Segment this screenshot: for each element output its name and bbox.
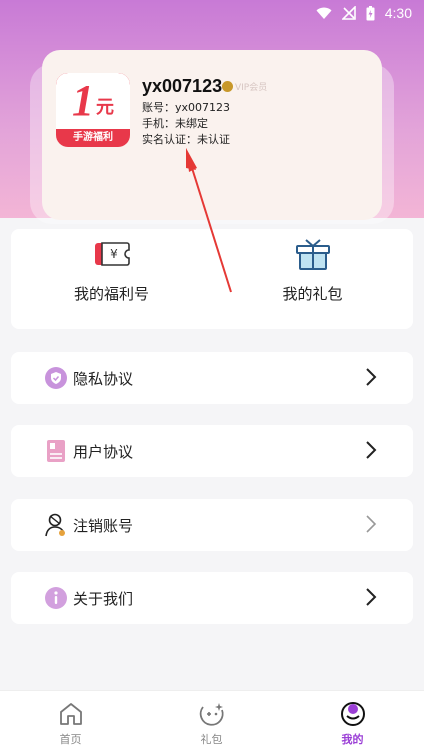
chevron-right-icon — [366, 441, 377, 459]
profile-icon — [340, 702, 365, 726]
ticket-icon: ¥ — [94, 242, 130, 266]
privacy-policy-label: 隐私协议 — [73, 369, 134, 388]
delete-account-label: 注销账号 — [73, 516, 134, 535]
no-signal-icon — [341, 6, 356, 20]
nav-home[interactable]: 首页 — [0, 691, 141, 753]
logo-unit: 元 — [96, 97, 114, 118]
app-logo: 1 元 手游福利 — [56, 73, 130, 147]
my-gifts-label: 我的礼包 — [282, 285, 343, 303]
user-remove-icon — [45, 513, 65, 537]
nav-gifts-label: 礼包 — [200, 733, 223, 746]
chevron-right-icon — [366, 368, 377, 386]
bottom-nav: 首页 礼包 我的 — [0, 690, 424, 753]
quick-actions-panel: ¥ 我的福利号 我的礼包 — [11, 229, 413, 329]
status-time: 4:30 — [384, 5, 412, 21]
battery-charging-icon — [366, 5, 375, 20]
account-line: 账号：yx007123 — [142, 101, 231, 114]
my-welfare-label: 我的福利号 — [73, 285, 149, 303]
username: yx007123 — [142, 76, 223, 96]
about-us-label: 关于我们 — [73, 589, 134, 608]
nav-gifts[interactable]: 礼包 — [141, 691, 282, 753]
info-icon — [45, 587, 67, 609]
my-welfare-button[interactable]: ¥ 我的福利号 — [11, 229, 212, 329]
vip-badge: VIP会员 — [222, 80, 267, 93]
phone-line[interactable]: 手机：未绑定 — [142, 115, 208, 131]
delete-account-row[interactable]: 注销账号 — [11, 499, 413, 551]
chevron-right-icon — [366, 588, 377, 606]
nav-home-label: 首页 — [59, 733, 82, 746]
wifi-icon — [316, 7, 332, 19]
nav-mine-label: 我的 — [341, 733, 364, 746]
gamepad-icon — [199, 703, 224, 726]
gift-icon — [295, 239, 330, 270]
shield-icon — [45, 367, 67, 389]
vip-icon — [222, 81, 233, 92]
home-icon — [59, 703, 82, 725]
user-agreement-row[interactable]: 用户协议 — [11, 425, 413, 477]
status-bar: 4:30 — [0, 0, 424, 26]
logo-caption: 手游福利 — [73, 132, 113, 143]
logo-number: 1 — [72, 76, 94, 125]
svg-text:¥: ¥ — [110, 247, 118, 261]
document-icon — [47, 440, 65, 462]
privacy-policy-row[interactable]: 隐私协议 — [11, 352, 413, 404]
vip-label: VIP会员 — [235, 83, 268, 93]
nav-mine[interactable]: 我的 — [282, 691, 423, 753]
user-agreement-label: 用户协议 — [73, 442, 134, 461]
chevron-right-icon — [366, 515, 377, 533]
realname-line[interactable]: 实名认证：未认证 — [142, 131, 230, 147]
about-us-row[interactable]: 关于我们 — [11, 572, 413, 624]
my-gifts-button[interactable]: 我的礼包 — [212, 229, 413, 329]
